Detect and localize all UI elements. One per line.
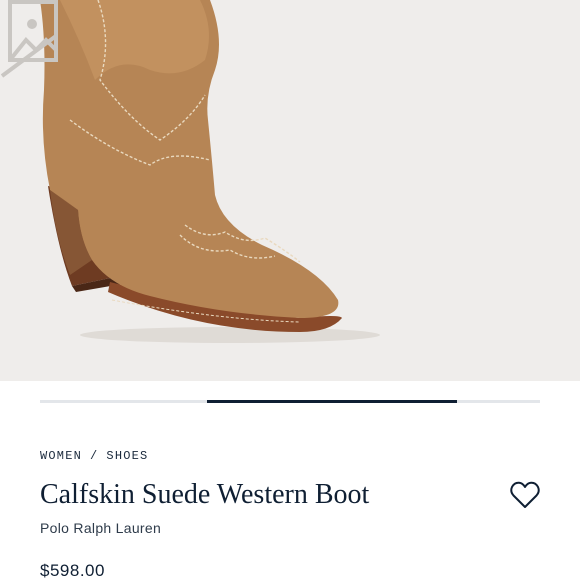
product-image[interactable]	[0, 0, 580, 381]
product-title: Calfskin Suede Western Boot	[40, 479, 370, 510]
image-carousel-progress-active	[207, 400, 457, 403]
wishlist-button[interactable]	[509, 480, 541, 510]
breadcrumb-item-shoes[interactable]: SHOES	[106, 449, 148, 463]
boot-image	[40, 0, 380, 343]
image-carousel-progress[interactable]	[40, 400, 540, 403]
heart-outline-icon	[510, 481, 540, 508]
breadcrumb: WOMEN / SHOES	[40, 449, 148, 463]
product-brand[interactable]: Polo Ralph Lauren	[40, 520, 161, 536]
image-placeholder-icon	[0, 0, 58, 78]
breadcrumb-item-women[interactable]: WOMEN	[40, 449, 82, 463]
product-price: $598.00	[40, 561, 105, 580]
breadcrumb-separator: /	[90, 449, 99, 463]
